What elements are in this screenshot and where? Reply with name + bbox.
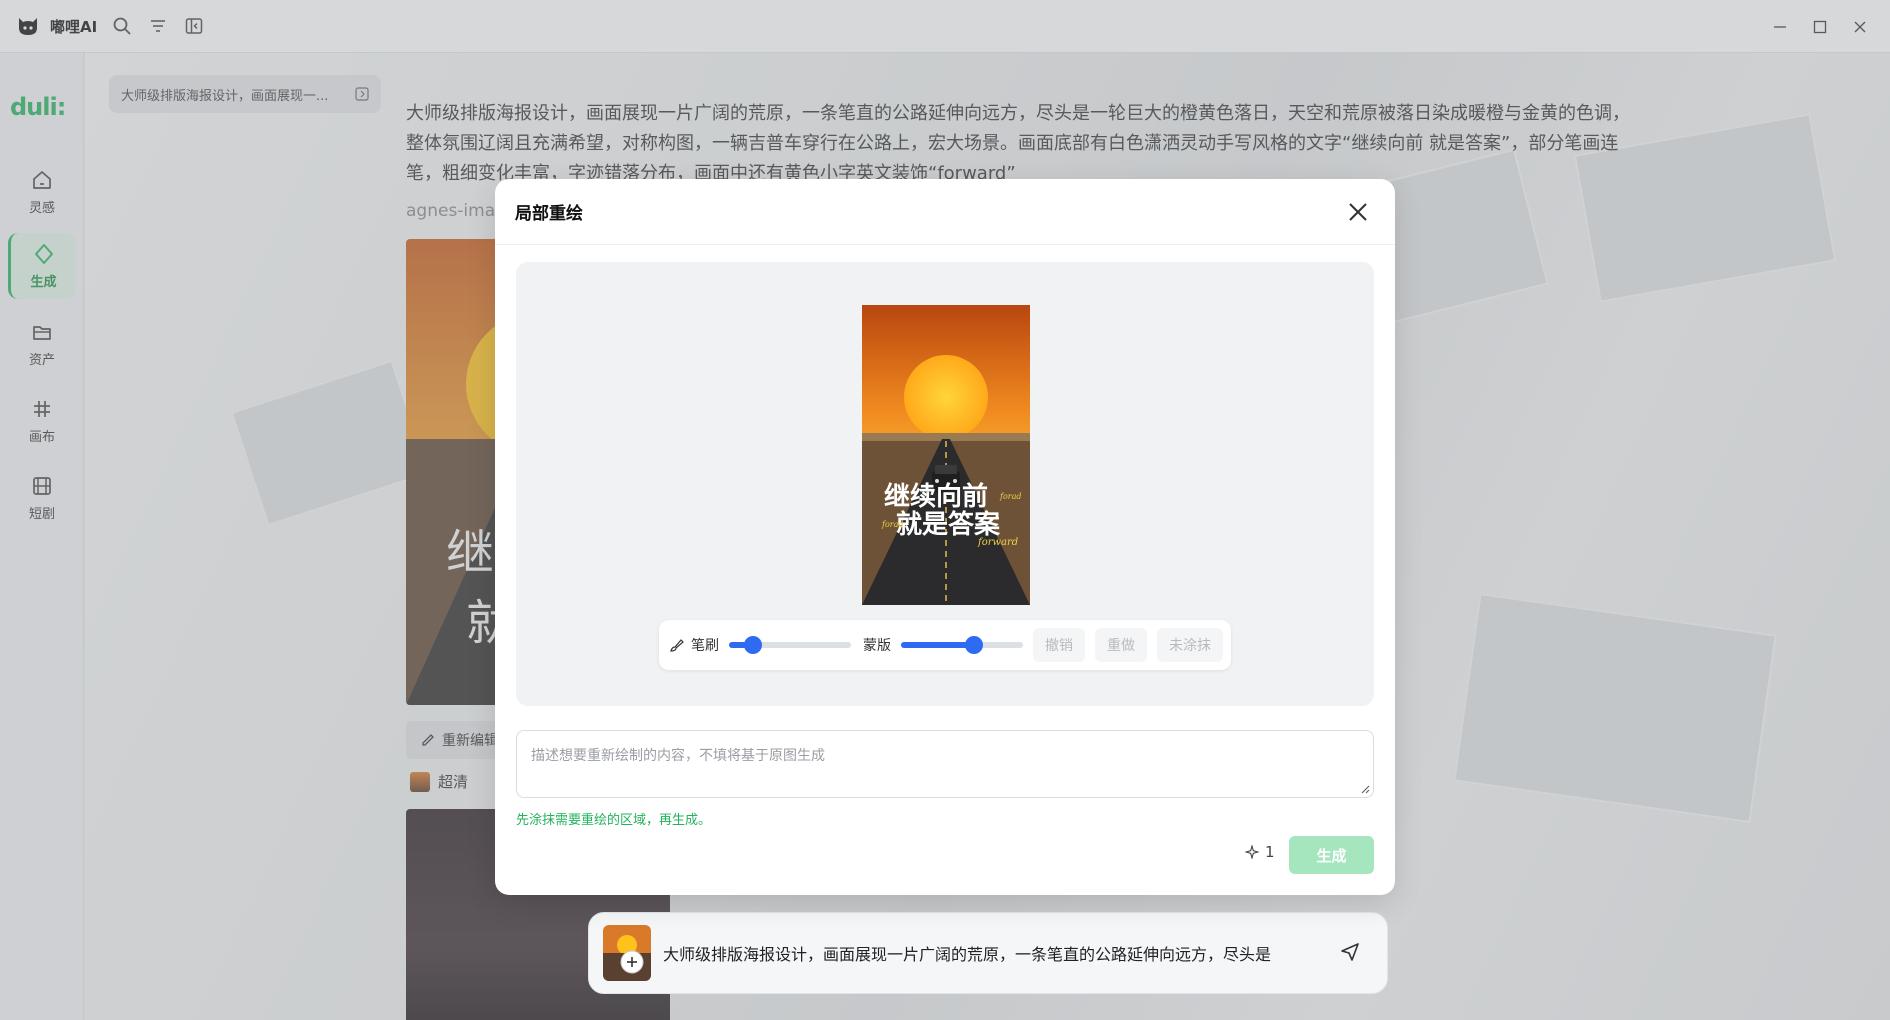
paint-toolbar: 笔刷 蒙版 撤销 重做 未涂抹 (659, 620, 1231, 670)
undo-button[interactable]: 撤销 (1033, 628, 1085, 662)
dialog-header: 局部重绘 (495, 179, 1395, 245)
mask-opacity-slider[interactable] (901, 636, 1023, 654)
brush-size-slider[interactable] (729, 636, 851, 654)
generate-button[interactable]: 生成 (1289, 836, 1374, 874)
repaint-prompt-placeholder: 描述想要重新绘制的内容，不填将基于原图生成 (531, 748, 825, 764)
prompt-input-bar[interactable]: 大师级排版海报设计，画面展现一片广阔的荒原，一条笔直的公路延伸向远方，尽头是 (588, 912, 1388, 994)
brush-icon (670, 639, 684, 652)
brush-slider-knob[interactable] (744, 636, 763, 654)
inpaint-dialog: 局部重绘 继续向前 就是答案 forad forad forward 笔刷 蒙版… (495, 179, 1395, 895)
poster-small-text: forward (977, 537, 1018, 548)
brush-label: 笔刷 (691, 638, 719, 654)
close-icon[interactable] (1345, 199, 1371, 225)
mask-label: 蒙版 (863, 638, 891, 654)
send-icon[interactable] (1339, 941, 1361, 963)
add-image-icon[interactable] (620, 950, 644, 974)
clear-button[interactable]: 未涂抹 (1157, 628, 1223, 662)
poster-small-text: forad (881, 520, 904, 529)
poster-title-line2: 就是答案 (896, 509, 1001, 540)
poster-small-text: forad (999, 492, 1022, 501)
credit-count: 1 (1265, 843, 1275, 861)
credit-cost: 1 (1245, 843, 1275, 861)
paint-canvas-area[interactable]: 继续向前 就是答案 forad forad forward 笔刷 蒙版 撤销 重… (516, 262, 1374, 706)
mask-slider-fill (901, 642, 975, 648)
repaint-prompt-input[interactable]: 描述想要重新绘制的内容，不填将基于原图生成 (516, 730, 1374, 798)
prompt-input-text[interactable]: 大师级排版海报设计，画面展现一片广阔的荒原，一条笔直的公路延伸向远方，尽头是 (663, 941, 1303, 965)
dialog-title: 局部重绘 (515, 204, 583, 224)
poster-title-line1: 继续向前 (884, 481, 988, 512)
redo-button[interactable]: 重做 (1095, 628, 1147, 662)
sparkle-credit-icon (1245, 845, 1259, 859)
resize-handle-icon[interactable] (1360, 784, 1370, 794)
hint-text: 先涂抹需要重绘的区域，再生成。 (516, 813, 712, 828)
poster-image[interactable]: 继续向前 就是答案 forad forad forward (862, 305, 1030, 605)
mask-slider-knob[interactable] (965, 636, 984, 654)
